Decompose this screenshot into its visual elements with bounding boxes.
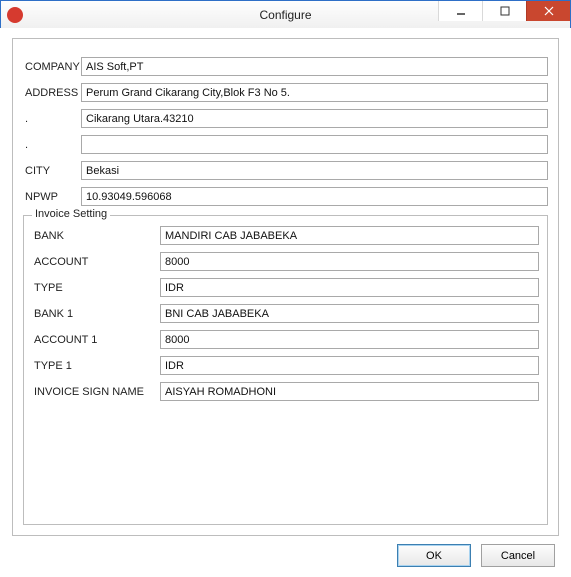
- row-address3: .: [23, 135, 548, 154]
- invoice-setting-legend: Invoice Setting: [32, 208, 110, 220]
- label-account1: ACCOUNT 1: [32, 334, 160, 346]
- maximize-icon: [500, 6, 510, 16]
- input-npwp[interactable]: [81, 187, 548, 206]
- label-city: CITY: [23, 165, 81, 177]
- dialog-button-row: OK Cancel: [12, 536, 559, 569]
- label-invoice-sign: INVOICE SIGN NAME: [32, 386, 160, 398]
- client-area: COMPANY ADDRESS . . CITY NPWP Invoice Se…: [0, 28, 571, 577]
- row-type: TYPE: [32, 278, 539, 297]
- row-account: ACCOUNT: [32, 252, 539, 271]
- input-company[interactable]: [81, 57, 548, 76]
- input-account[interactable]: [160, 252, 539, 271]
- row-account1: ACCOUNT 1: [32, 330, 539, 349]
- main-panel: COMPANY ADDRESS . . CITY NPWP Invoice Se…: [12, 38, 559, 536]
- minimize-icon: [456, 6, 466, 16]
- label-npwp: NPWP: [23, 191, 81, 203]
- row-npwp: NPWP: [23, 187, 548, 206]
- label-type1: TYPE 1: [32, 360, 160, 372]
- input-type1[interactable]: [160, 356, 539, 375]
- window-controls: [438, 1, 570, 28]
- label-company: COMPANY: [23, 61, 81, 73]
- row-city: CITY: [23, 161, 548, 180]
- input-bank1[interactable]: [160, 304, 539, 323]
- row-type1: TYPE 1: [32, 356, 539, 375]
- label-address2: .: [23, 113, 81, 125]
- input-bank[interactable]: [160, 226, 539, 245]
- input-account1[interactable]: [160, 330, 539, 349]
- ok-button[interactable]: OK: [397, 544, 471, 567]
- label-bank: BANK: [32, 230, 160, 242]
- label-address3: .: [23, 139, 81, 151]
- row-address: ADDRESS: [23, 83, 548, 102]
- row-bank: BANK: [32, 226, 539, 245]
- input-address[interactable]: [81, 83, 548, 102]
- minimize-button[interactable]: [438, 1, 482, 21]
- label-address: ADDRESS: [23, 87, 81, 99]
- input-type[interactable]: [160, 278, 539, 297]
- app-icon: [7, 7, 23, 23]
- label-type: TYPE: [32, 282, 160, 294]
- maximize-button[interactable]: [482, 1, 526, 21]
- input-address2[interactable]: [81, 109, 548, 128]
- invoice-setting-group: Invoice Setting BANK ACCOUNT TYPE BANK 1…: [23, 215, 548, 525]
- label-account: ACCOUNT: [32, 256, 160, 268]
- row-invoice-sign: INVOICE SIGN NAME: [32, 382, 539, 401]
- input-invoice-sign[interactable]: [160, 382, 539, 401]
- row-company: COMPANY: [23, 57, 548, 76]
- titlebar: Configure: [1, 1, 570, 29]
- input-address3[interactable]: [81, 135, 548, 154]
- close-icon: [544, 6, 554, 16]
- cancel-button[interactable]: Cancel: [481, 544, 555, 567]
- label-bank1: BANK 1: [32, 308, 160, 320]
- row-bank1: BANK 1: [32, 304, 539, 323]
- input-city[interactable]: [81, 161, 548, 180]
- close-button[interactable]: [526, 1, 570, 21]
- row-address2: .: [23, 109, 548, 128]
